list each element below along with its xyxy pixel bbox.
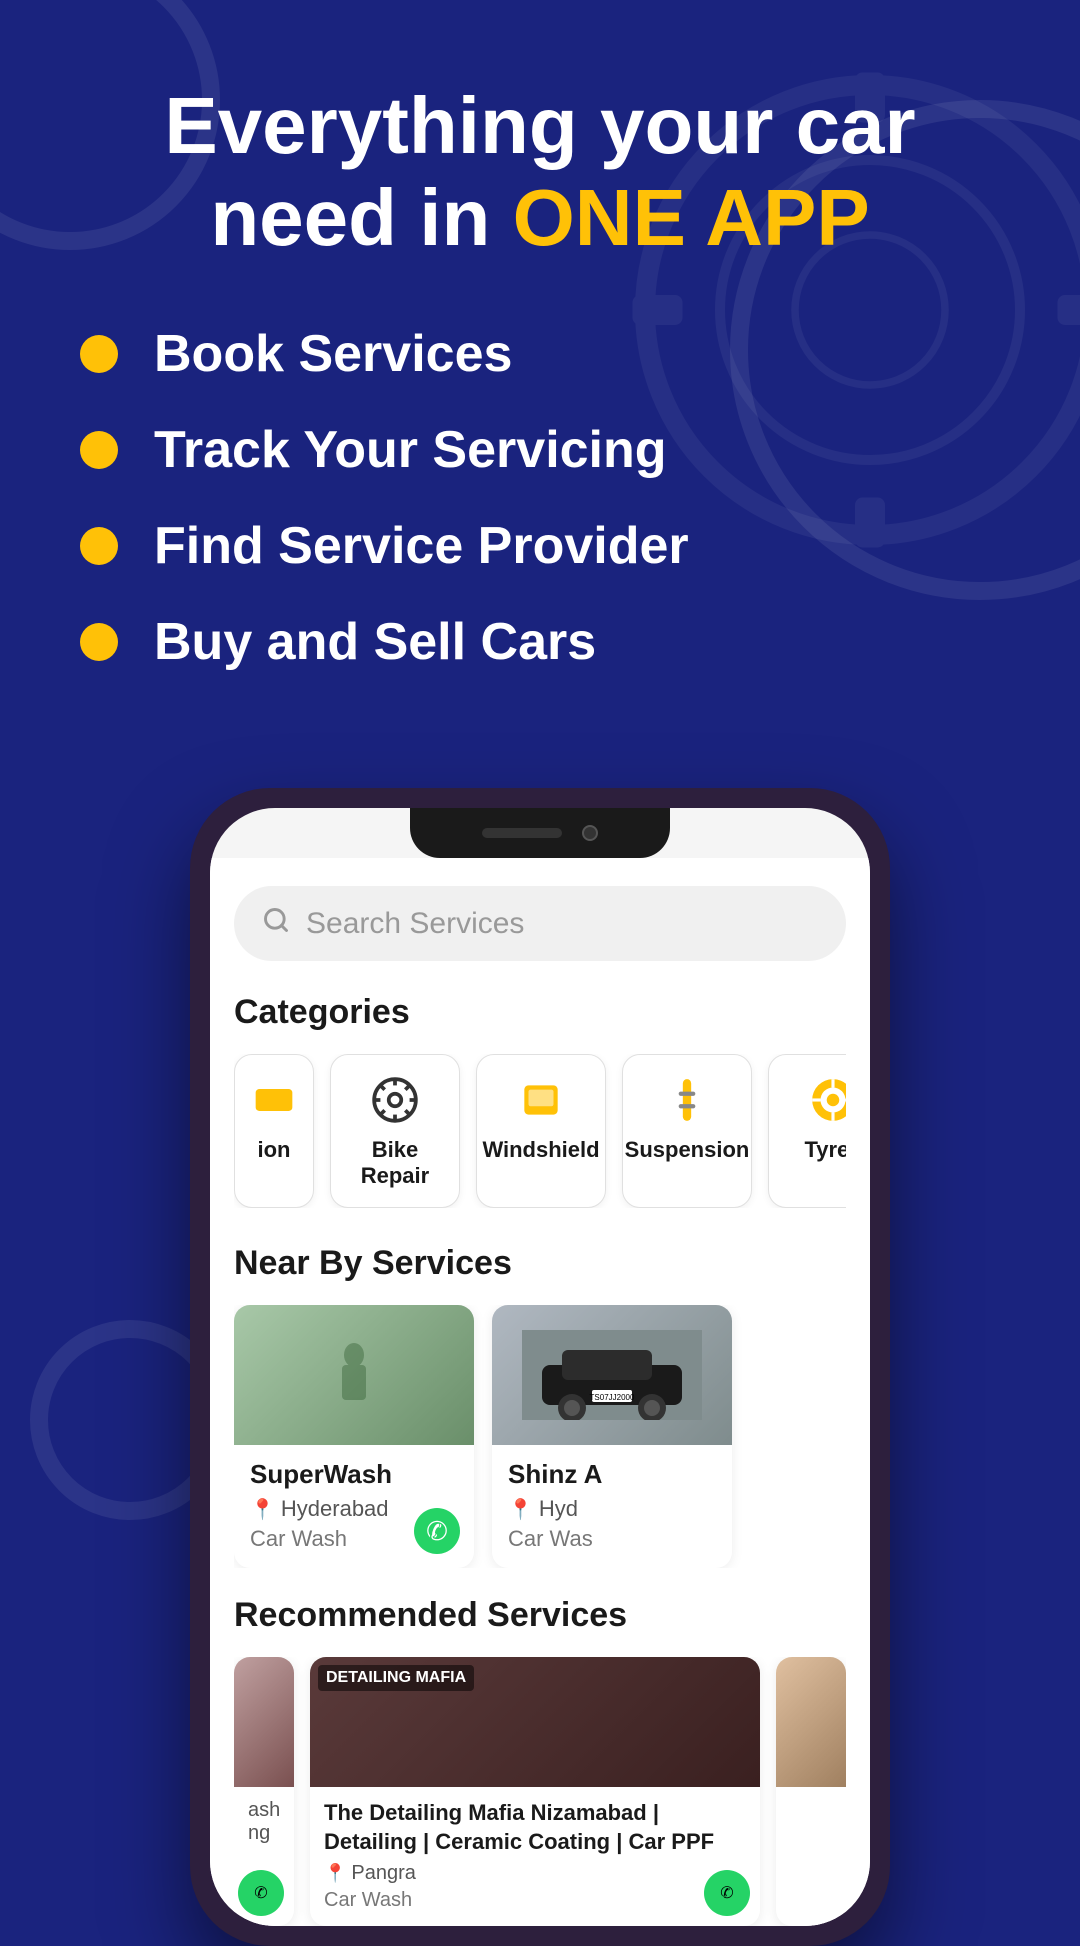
category-icon-partial [247, 1073, 301, 1127]
rec-card-body-partial: ash ng [234, 1787, 294, 1859]
rec-location-pin-detailing: 📍 [324, 1863, 346, 1884]
notch-speaker [482, 828, 562, 838]
nearby-title: Near By Services [234, 1244, 846, 1283]
car-image-svg: TS07JJ2000 [522, 1330, 702, 1420]
categories-scroll: ion [234, 1054, 846, 1208]
category-item-partial[interactable]: ion [234, 1054, 314, 1208]
feature-label-3: Find Service Provider [154, 516, 689, 576]
recommended-scroll: ash ng ✆ [234, 1657, 846, 1926]
notch-camera [582, 825, 598, 841]
rec-card-partial-right[interactable] [776, 1657, 846, 1926]
feature-label-1: Book Services [154, 324, 512, 384]
phone-frame: Search Services Categories ion [190, 788, 890, 1946]
category-icon-windshield [514, 1073, 568, 1127]
search-bar[interactable]: Search Services [234, 886, 846, 961]
rec-card-title-detailing: The Detailing Mafia Nizamabad | Detailin… [324, 1799, 746, 1856]
feature-dot-2 [80, 431, 118, 469]
phone-app-content: Search Services Categories ion [210, 858, 870, 1926]
category-label-suspension: Suspension [625, 1137, 750, 1163]
recommended-title: Recommended Services [234, 1596, 846, 1635]
features-list: Book Services Track Your Servicing Find … [0, 324, 1080, 708]
nearby-section: Near By Services [234, 1244, 846, 1568]
category-item-bike-repair[interactable]: Bike Repair [330, 1054, 460, 1208]
feature-dot-4 [80, 623, 118, 661]
category-label-windshield: Windshield [482, 1137, 599, 1163]
category-item-suspension[interactable]: Suspension [622, 1054, 752, 1208]
rec-card-banner-text: DETAILING MAFIA [326, 1669, 466, 1686]
rec-card-partial-left[interactable]: ash ng ✆ [234, 1657, 294, 1926]
categories-title: Categories [234, 993, 846, 1032]
rec-card-img-partial-right [776, 1657, 846, 1787]
whatsapp-icon-partial: ✆ [254, 1883, 267, 1903]
hero-title: Everything your car need in ONE APP [104, 80, 975, 264]
service-card-shinz[interactable]: TS07JJ2000 Shinz A 📍 Hyd Car Was [492, 1305, 732, 1568]
category-item-tyres[interactable]: Tyres [768, 1054, 846, 1208]
location-text-superwash: Hyderabad [281, 1496, 389, 1522]
service-name-superwash: SuperWash [250, 1459, 458, 1490]
feature-item-3: Find Service Provider [80, 516, 1000, 576]
category-label-bike-repair: Bike Repair [351, 1137, 439, 1189]
feature-dot-1 [80, 335, 118, 373]
service-type-shinz: Car Was [508, 1526, 716, 1552]
location-text-shinz: Hyd [539, 1496, 578, 1522]
rec-location-text-detailing: Pangra [351, 1862, 416, 1885]
category-icon-tyres [806, 1073, 846, 1127]
rec-card-detailing-mafia[interactable]: DETAILING MAFIA The Detailing Mafia Niza… [310, 1657, 760, 1926]
category-icon-suspension [660, 1073, 714, 1127]
whatsapp-btn-superwash[interactable]: ✆ [414, 1508, 460, 1554]
rec-card-banner: DETAILING MAFIA [318, 1665, 474, 1691]
rec-card-img-partial [234, 1657, 294, 1787]
svg-text:TS07JJ2000: TS07JJ2000 [590, 1393, 635, 1402]
service-name-shinz: Shinz A [508, 1459, 716, 1490]
whatsapp-btn-detailing[interactable]: ✆ [704, 1870, 750, 1916]
feature-item-4: Buy and Sell Cars [80, 612, 1000, 672]
phone-screen: Search Services Categories ion [210, 808, 870, 1926]
feature-label-2: Track Your Servicing [154, 420, 667, 480]
whatsapp-btn-partial[interactable]: ✆ [238, 1870, 284, 1916]
feature-dot-3 [80, 527, 118, 565]
rec-card-img-detailing: DETAILING MAFIA [310, 1657, 760, 1787]
service-card-img-shinz: TS07JJ2000 [492, 1305, 732, 1445]
feature-item-2: Track Your Servicing [80, 420, 1000, 480]
recommended-section: Recommended Services ash ng ✆ [234, 1596, 846, 1926]
service-location-shinz: 📍 Hyd [508, 1496, 716, 1522]
rec-card-type-detailing: Car Wash [324, 1889, 746, 1912]
feature-item-1: Book Services [80, 324, 1000, 384]
rec-card-location-detailing: 📍 Pangra [324, 1862, 746, 1885]
location-pin-shinz: 📍 [508, 1497, 533, 1522]
whatsapp-icon-detailing: ✆ [720, 1883, 733, 1903]
whatsapp-icon-superwash: ✆ [426, 1516, 448, 1547]
category-label-tyres: Tyres [804, 1137, 846, 1163]
feature-label-4: Buy and Sell Cars [154, 612, 596, 672]
search-icon [262, 906, 290, 941]
category-item-windshield[interactable]: Windshield [476, 1054, 606, 1208]
service-card-body-shinz: Shinz A 📍 Hyd Car Was [492, 1445, 732, 1568]
category-label-partial: ion [258, 1137, 291, 1163]
service-card-superwash[interactable]: SuperWash 📍 Hyderabad Car Wash ✆ [234, 1305, 474, 1568]
category-icon-bike-repair [368, 1073, 422, 1127]
services-scroll: SuperWash 📍 Hyderabad Car Wash ✆ [234, 1305, 846, 1568]
rec-partial-text-1: ash [248, 1799, 280, 1822]
phone-notch [410, 808, 670, 858]
phone-mockup: Search Services Categories ion [190, 788, 890, 1946]
search-placeholder: Search Services [306, 907, 524, 941]
rec-card-body-detailing: The Detailing Mafia Nizamabad | Detailin… [310, 1787, 760, 1926]
rec-partial-text-2: ng [248, 1822, 280, 1845]
location-pin-superwash: 📍 [250, 1497, 275, 1522]
service-card-img-superwash [234, 1305, 474, 1445]
